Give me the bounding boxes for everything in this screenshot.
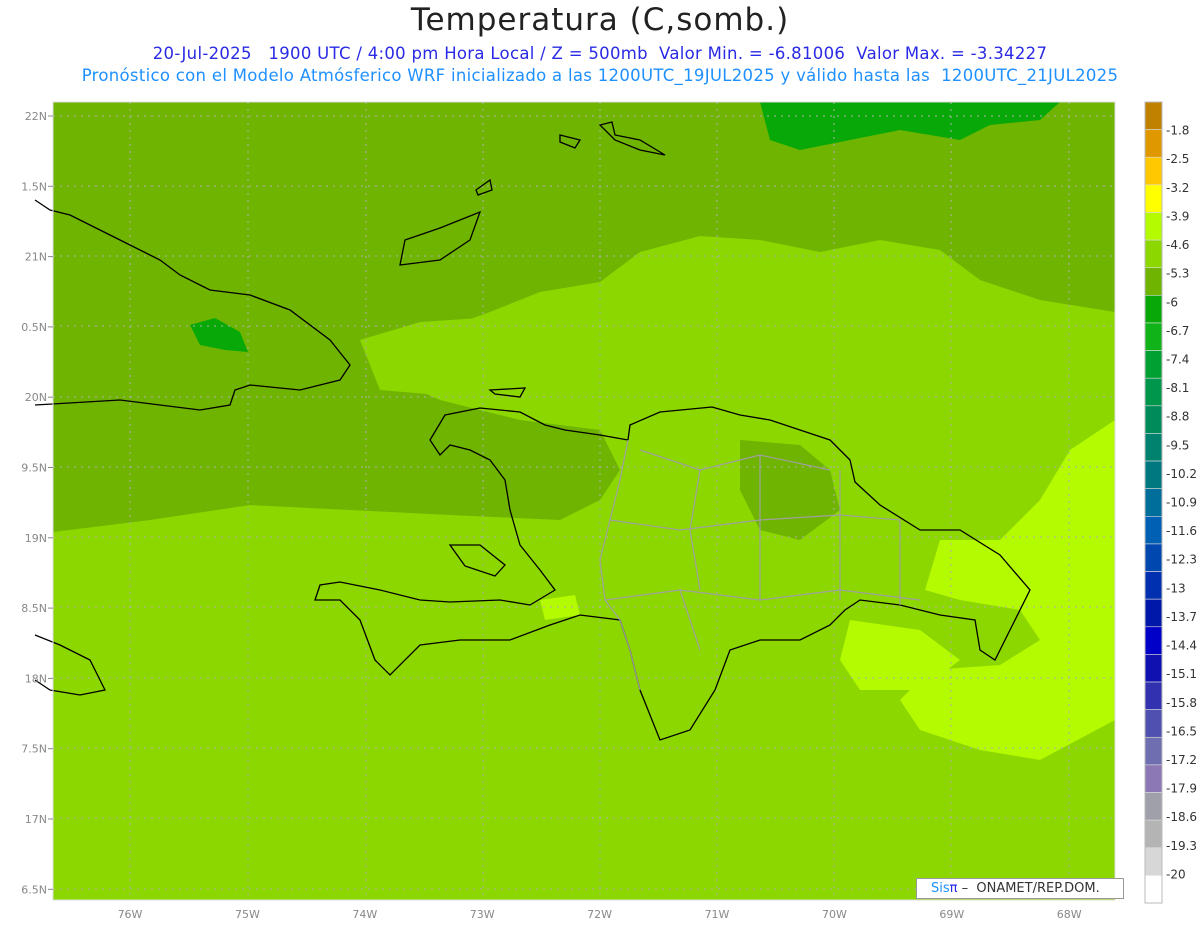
colorbar-swatch [1144, 709, 1163, 738]
colorbar-swatch [1144, 267, 1163, 296]
colorbar-swatch [1144, 488, 1163, 517]
lat-tick-label: 9.5N [21, 462, 47, 475]
colorbar-label: -18.6 [1166, 810, 1197, 824]
colorbar-swatch [1144, 377, 1163, 407]
lon-tick-label: 74W [352, 908, 377, 921]
lon-tick-label: 69W [939, 908, 964, 921]
lon-tick-label: 76W [118, 908, 143, 921]
colorbar-swatch [1144, 819, 1163, 849]
colorbar-label: -3.9 [1166, 209, 1189, 223]
colorbar-label: -11.6 [1166, 524, 1197, 538]
colorbar-swatch [1144, 405, 1163, 434]
colorbar-label: -2.5 [1166, 152, 1189, 166]
colorbar-swatch [1144, 101, 1163, 130]
colorbar-swatch [1144, 322, 1163, 351]
colorbar-swatch [1144, 681, 1163, 710]
colorbar-swatch [1144, 516, 1163, 545]
colorbar-swatch [1144, 239, 1163, 269]
colorbar-label: -17.9 [1166, 782, 1197, 796]
lat-tick-label: 1.5N [21, 180, 47, 193]
colorbar-label: -19.3 [1166, 839, 1197, 853]
colorbar-label: -15.8 [1166, 696, 1197, 710]
colorbar-label: -16.5 [1166, 724, 1197, 738]
colorbar-swatch [1144, 212, 1163, 241]
colorbar-swatch [1144, 184, 1163, 213]
colorbar-swatch [1144, 847, 1163, 876]
colorbar-swatch [1144, 764, 1163, 793]
colorbar-swatch [1144, 350, 1163, 379]
colorbar-label: -3.2 [1166, 181, 1189, 195]
lon-tick-label: 71W [705, 908, 730, 921]
lat-tick-label: 19N [25, 532, 47, 545]
credit-text: – ONAMET/REP.DOM. [957, 881, 1100, 896]
lat-tick-label: 21N [25, 251, 47, 264]
lat-tick-label: 22N [25, 110, 47, 123]
colorbar-swatch [1144, 626, 1163, 655]
colorbar-label: -14.4 [1166, 639, 1197, 653]
colorbar: -1.8 -2.5 -3.2 -3.9 -4.6 -5.3 -6 -6.7 -7.4 -8.1 -8… [1144, 101, 1197, 904]
colorbar-label: -13.7 [1166, 610, 1197, 624]
colorbar-label: -13 [1166, 581, 1186, 595]
time-level: 1900 UTC / 4:00 pm Hora Local / Z = 500m… [268, 44, 648, 63]
lon-tick-label: 75W [235, 908, 260, 921]
colorbar-label: -8.1 [1166, 381, 1189, 395]
colorbar-swatch [1144, 598, 1163, 628]
colorbar-swatch [1144, 736, 1163, 766]
colorbar-swatch [1144, 129, 1163, 158]
lat-tick-label: 20N [25, 391, 47, 404]
lat-tick-label: 8.5N [21, 602, 47, 615]
colorbar-label: -7.4 [1166, 352, 1189, 366]
colorbar-label: -4.6 [1166, 238, 1189, 252]
credit-sis: Sis [931, 881, 950, 896]
colorbar-label: -1.8 [1166, 124, 1189, 138]
colorbar-label: -17.2 [1166, 753, 1197, 767]
max-value: Valor Max. = -3.34227 [856, 44, 1048, 63]
colorbar-label: -15.1 [1166, 667, 1197, 681]
colorbar-swatch [1144, 156, 1163, 186]
lon-tick-label: 70W [822, 908, 847, 921]
colorbar-swatch [1144, 654, 1163, 683]
colorbar-label: -6.7 [1166, 324, 1189, 338]
model-subtitle: Pronóstico con el Modelo Atmósferico WRF… [81, 66, 1119, 85]
colorbar-label: -10.2 [1166, 467, 1197, 481]
colorbar-label: -10.9 [1166, 496, 1197, 510]
temperature-map: 76W 75W 74W 73W 72W 71W 70W 69W 68W 22N 1.5N 21N 0.5… [21, 101, 1197, 921]
colorbar-swatch [1144, 792, 1163, 821]
colorbar-label: -20 [1166, 867, 1186, 881]
colorbar-label: -5.3 [1166, 267, 1189, 281]
date: 20-Jul-2025 [152, 44, 252, 63]
lon-tick-label: 73W [470, 908, 495, 921]
credit-box: Sisπ – ONAMET/REP.DOM. [916, 878, 1124, 899]
lon-tick-label: 72W [587, 908, 612, 921]
min-value: Valor Min. = -6.81006 [659, 44, 846, 63]
colorbar-swatch [1144, 295, 1163, 324]
colorbar-swatch [1144, 433, 1163, 462]
colorbar-label: -12.3 [1166, 553, 1197, 567]
colorbar-label: -8.8 [1166, 410, 1189, 424]
colorbar-swatch [1144, 571, 1163, 600]
colorbar-swatch [1144, 460, 1163, 489]
lat-tick-label: 17N [25, 813, 47, 826]
colorbar-swatch [1144, 875, 1163, 904]
lat-tick-label: 18N [25, 672, 47, 685]
lat-tick-label: 7.5N [21, 743, 47, 756]
colorbar-label: -6 [1166, 295, 1178, 309]
field-shading [53, 102, 1115, 900]
lat-tick-label: 6.5N [21, 883, 47, 896]
colorbar-swatch [1144, 543, 1163, 572]
colorbar-label: -9.5 [1166, 438, 1189, 452]
lat-tick-label: 0.5N [21, 321, 47, 334]
map-title: Temperatura (C,somb.) [410, 2, 790, 38]
valid-time-line: 20-Jul-2025 1900 UTC / 4:00 pm Hora Loca… [0, 44, 1200, 63]
lon-tick-label: 68W [1057, 908, 1082, 921]
